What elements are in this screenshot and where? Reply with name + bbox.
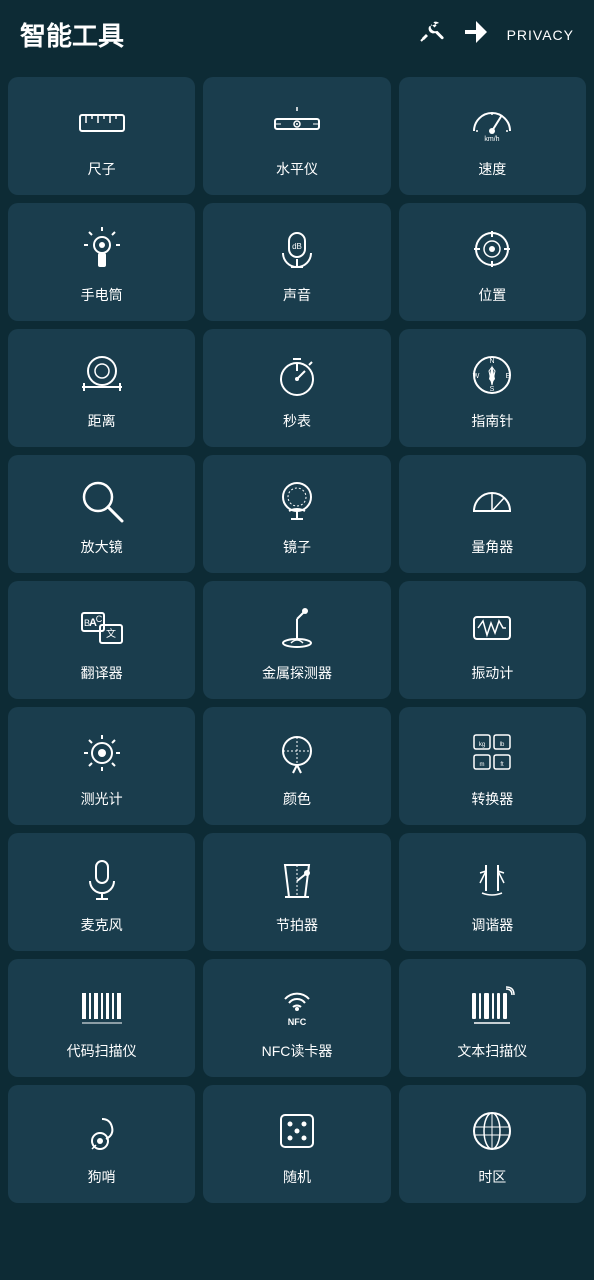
tool-converter-label: 转换器 bbox=[471, 789, 513, 809]
tool-barcode[interactable]: 代码扫描仪 bbox=[8, 959, 195, 1077]
tool-timezone[interactable]: 时区 bbox=[399, 1085, 586, 1203]
tool-level[interactable]: 水平仪 bbox=[203, 77, 390, 195]
tool-nfc[interactable]: NFC NFC读卡器 bbox=[203, 959, 390, 1077]
tool-stopwatch[interactable]: 秒表 bbox=[203, 329, 390, 447]
tool-random-label: 随机 bbox=[283, 1167, 311, 1187]
tool-converter[interactable]: kg lb m ft 转换器 bbox=[399, 707, 586, 825]
tool-timezone-label: 时区 bbox=[478, 1167, 506, 1187]
svg-text:文: 文 bbox=[106, 627, 116, 640]
tool-microphone[interactable]: 麦克风 bbox=[8, 833, 195, 951]
svg-text:m: m bbox=[480, 762, 485, 768]
svg-text:ft: ft bbox=[501, 762, 505, 768]
svg-text:km/h: km/h bbox=[485, 136, 500, 143]
svg-text:dB: dB bbox=[292, 242, 302, 251]
tool-sound-label: 声音 bbox=[283, 285, 311, 305]
svg-text:kg: kg bbox=[479, 742, 485, 748]
tools-grid: 尺子 水平仪 km/h 速度 bbox=[0, 69, 594, 1211]
tool-level-label: 水平仪 bbox=[276, 159, 318, 179]
tool-light-meter[interactable]: 测光计 bbox=[8, 707, 195, 825]
tool-ruler-label: 尺子 bbox=[88, 159, 116, 179]
svg-text:E: E bbox=[506, 373, 511, 380]
tool-magnifier[interactable]: 放大镜 bbox=[8, 455, 195, 573]
tool-metal-detector-label: 金属探测器 bbox=[262, 663, 332, 683]
svg-text:N: N bbox=[490, 358, 495, 365]
tool-dog-whistle-label: 狗哨 bbox=[88, 1167, 116, 1187]
privacy-label[interactable]: PRIVACY bbox=[507, 27, 574, 43]
tool-flashlight-label: 手电筒 bbox=[81, 285, 123, 305]
tool-metal-detector[interactable]: 金属探测器 bbox=[203, 581, 390, 699]
tool-random[interactable]: 随机 bbox=[203, 1085, 390, 1203]
tool-mirror[interactable]: 镜子 bbox=[203, 455, 390, 573]
svg-text:B: B bbox=[84, 618, 90, 628]
tool-distance[interactable]: 距离 bbox=[8, 329, 195, 447]
tool-ruler[interactable]: 尺子 bbox=[8, 77, 195, 195]
tool-stopwatch-label: 秒表 bbox=[283, 411, 311, 431]
tool-location[interactable]: 位置 bbox=[399, 203, 586, 321]
tool-light-meter-label: 测光计 bbox=[81, 789, 123, 809]
tool-flashlight[interactable]: 手电筒 bbox=[8, 203, 195, 321]
tool-speed-label: 速度 bbox=[478, 159, 506, 179]
tool-tuner[interactable]: 调谐器 bbox=[399, 833, 586, 951]
wrench-icon[interactable] bbox=[419, 19, 445, 51]
tool-mirror-label: 镜子 bbox=[283, 537, 311, 557]
tool-text-scanner[interactable]: 文本扫描仪 bbox=[399, 959, 586, 1077]
tool-barcode-label: 代码扫描仪 bbox=[67, 1041, 137, 1061]
tool-location-label: 位置 bbox=[478, 285, 506, 305]
tool-vibrometer-label: 振动计 bbox=[471, 663, 513, 683]
svg-text:S: S bbox=[490, 386, 495, 393]
tool-color[interactable]: 颜色 bbox=[203, 707, 390, 825]
tool-compass-label: 指南针 bbox=[471, 411, 513, 431]
svg-text:lb: lb bbox=[500, 742, 505, 748]
app-header: 智能工具 PRIVACY bbox=[0, 0, 594, 69]
tool-protractor-label: 量角器 bbox=[471, 537, 513, 557]
svg-text:NFC: NFC bbox=[288, 1017, 307, 1027]
tool-metronome[interactable]: 节拍器 bbox=[203, 833, 390, 951]
tool-dog-whistle[interactable]: 狗哨 bbox=[8, 1085, 195, 1203]
svg-text:C: C bbox=[95, 614, 102, 624]
tool-translator[interactable]: A B C 文 翻译器 bbox=[8, 581, 195, 699]
tool-compass[interactable]: N S W E 指南针 bbox=[399, 329, 586, 447]
tool-sound[interactable]: dB 声音 bbox=[203, 203, 390, 321]
tool-nfc-label: NFC读卡器 bbox=[262, 1041, 333, 1061]
tool-microphone-label: 麦克风 bbox=[81, 915, 123, 935]
navigation-icon[interactable] bbox=[463, 19, 489, 51]
tool-protractor[interactable]: 量角器 bbox=[399, 455, 586, 573]
tool-text-scanner-label: 文本扫描仪 bbox=[457, 1041, 527, 1061]
svg-text:W: W bbox=[473, 373, 480, 380]
tool-magnifier-label: 放大镜 bbox=[81, 537, 123, 557]
header-actions: PRIVACY bbox=[419, 19, 574, 51]
tool-speed[interactable]: km/h 速度 bbox=[399, 77, 586, 195]
tool-tuner-label: 调谐器 bbox=[471, 915, 513, 935]
tool-translator-label: 翻译器 bbox=[81, 663, 123, 683]
tool-metronome-label: 节拍器 bbox=[276, 915, 318, 935]
tool-vibrometer[interactable]: 振动计 bbox=[399, 581, 586, 699]
tool-distance-label: 距离 bbox=[88, 411, 116, 431]
tool-color-label: 颜色 bbox=[283, 789, 311, 809]
app-title: 智能工具 bbox=[20, 16, 419, 53]
